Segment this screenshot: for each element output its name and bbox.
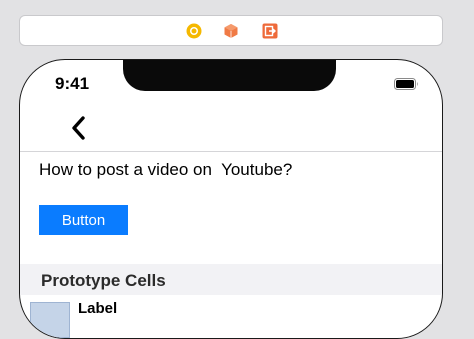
exit-icon[interactable] [262, 23, 278, 39]
question-label: How to post a video on Youtube? [39, 160, 293, 179]
status-time: 9:41 [55, 74, 90, 93]
chevron-left-icon[interactable] [68, 115, 90, 141]
object-cube-icon[interactable] [223, 23, 239, 39]
device-notch [123, 60, 336, 91]
prototype-cells-header: Prototype Cells [20, 264, 442, 295]
scene-dock-bar [19, 15, 443, 46]
battery-icon [394, 77, 419, 90]
section-header-label: Prototype Cells [41, 271, 166, 290]
device-frame: 9:41 How to post a video on Youtube? But… [19, 59, 443, 339]
action-button[interactable]: Button [39, 205, 128, 235]
nav-bar-divider [20, 151, 442, 152]
cell-title-label[interactable]: Label [78, 300, 117, 317]
cell-image-placeholder [30, 302, 70, 338]
first-responder-icon[interactable] [186, 23, 202, 39]
